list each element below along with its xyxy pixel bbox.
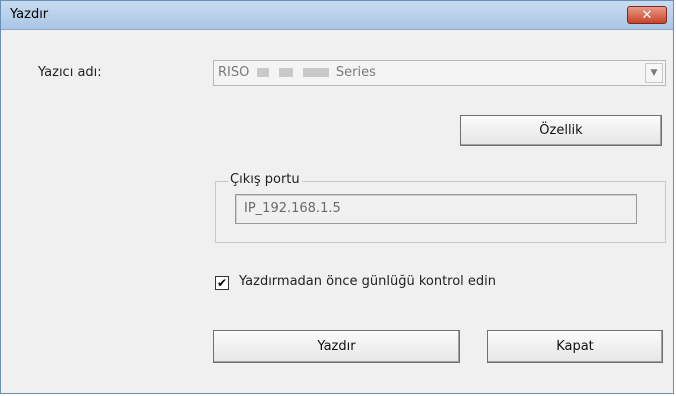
title-bar[interactable]: Yazdır ✕ xyxy=(1,1,673,30)
output-port-field: IP_192.168.1.5 xyxy=(235,194,637,224)
redacted-text xyxy=(278,68,293,77)
printer-select-value: RISO Series xyxy=(218,65,376,80)
output-port-legend: Çıkış portu xyxy=(228,172,302,187)
close-button[interactable]: Kapat xyxy=(487,330,663,363)
printer-name-label: Yazıcı adı: xyxy=(38,65,102,80)
close-window-button[interactable]: ✕ xyxy=(627,6,667,24)
redacted-text xyxy=(256,68,269,77)
log-checkbox-label[interactable]: Yazdırmadan önce günlüğü kontrol edin xyxy=(239,274,496,289)
checkmark-icon: ✔ xyxy=(216,276,228,290)
log-checkbox[interactable]: ✔ xyxy=(215,276,229,290)
properties-button[interactable]: Özellik xyxy=(460,115,662,146)
window-title: Yazdır xyxy=(10,7,49,22)
output-port-value: IP_192.168.1.5 xyxy=(244,201,341,216)
redacted-text xyxy=(302,68,329,77)
close-icon: ✕ xyxy=(641,7,653,23)
printer-name-prefix: RISO xyxy=(218,65,250,80)
printer-name-suffix: Series xyxy=(335,65,376,80)
print-button[interactable]: Yazdır xyxy=(213,330,460,363)
chevron-down-icon[interactable]: ▼ xyxy=(645,63,663,83)
printer-select[interactable]: RISO Series ▼ xyxy=(213,60,666,86)
print-dialog: Yazdır ✕ Yazıcı adı: RISO Series ▼ Özell… xyxy=(0,0,674,394)
